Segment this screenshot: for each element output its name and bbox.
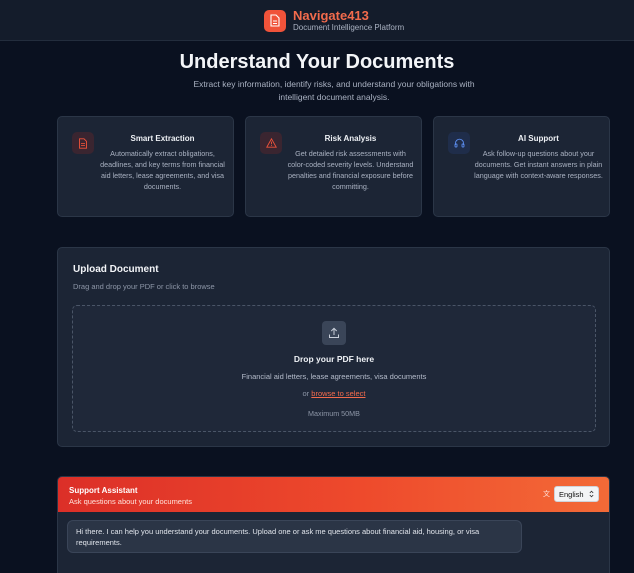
upload-card: Upload Document Drag and drop your PDF o… — [57, 247, 610, 447]
support-chat-panel: Support Assistant Ask questions about yo… — [57, 476, 610, 573]
translate-icon: 文 — [543, 491, 550, 498]
brand[interactable]: Navigate413 Document Intelligence Platfo… — [264, 9, 404, 32]
app-header: Navigate413 Document Intelligence Platfo… — [0, 0, 634, 41]
feature-card-smart-extraction: Smart Extraction Automatically extract o… — [57, 116, 234, 217]
page-subtitle: Extract key information, identify risks,… — [193, 79, 475, 102]
upload-subtitle: Drag and drop your PDF or click to brows… — [73, 282, 215, 291]
or-text: or — [302, 389, 310, 398]
browse-link[interactable]: browse to select — [311, 389, 365, 398]
assistant-message: Hi there. I can help you understand your… — [67, 520, 522, 553]
feature-description: Get detailed risk assessments with color… — [287, 149, 414, 191]
feature-title: AI Support — [518, 134, 559, 143]
feature-title: Smart Extraction — [130, 134, 195, 143]
dropzone-title: Drop your PDF here — [293, 354, 375, 364]
feature-title: Risk Analysis — [324, 134, 377, 143]
chat-header: Support Assistant Ask questions about yo… — [58, 477, 609, 512]
brand-tagline: Document Intelligence Platform — [293, 23, 405, 32]
pdf-dropzone[interactable]: Drop your PDF here Financial aid letters… — [72, 305, 596, 432]
max-size-note: Maximum 50MB — [308, 409, 360, 418]
chevron-updown-icon — [589, 490, 594, 498]
chat-subtitle: Ask questions about your documents — [69, 497, 192, 506]
document-icon — [72, 132, 94, 154]
warning-triangle-icon — [260, 132, 282, 154]
feature-description: Ask follow-up questions about your docum… — [474, 149, 603, 180]
page-title: Understand Your Documents — [179, 51, 455, 73]
upload-icon — [322, 321, 346, 345]
feature-card-risk-analysis: Risk Analysis Get detailed risk assessme… — [245, 116, 422, 217]
headphones-icon — [448, 132, 470, 154]
dropzone-browse-line: or browse to select — [73, 389, 595, 398]
language-select[interactable]: English — [554, 486, 599, 502]
dropzone-description: Financial aid letters, lease agreements,… — [241, 372, 427, 381]
language-selected: English — [559, 489, 584, 499]
upload-title: Upload Document — [73, 264, 159, 275]
feature-card-ai-support: AI Support Ask follow-up questions about… — [433, 116, 610, 217]
feature-description: Automatically extract obligations, deadl… — [100, 149, 225, 191]
document-icon — [264, 9, 286, 32]
chat-title: Support Assistant — [69, 486, 138, 495]
brand-name: Navigate413 — [293, 8, 369, 23]
language-picker: 文 English — [543, 486, 599, 502]
